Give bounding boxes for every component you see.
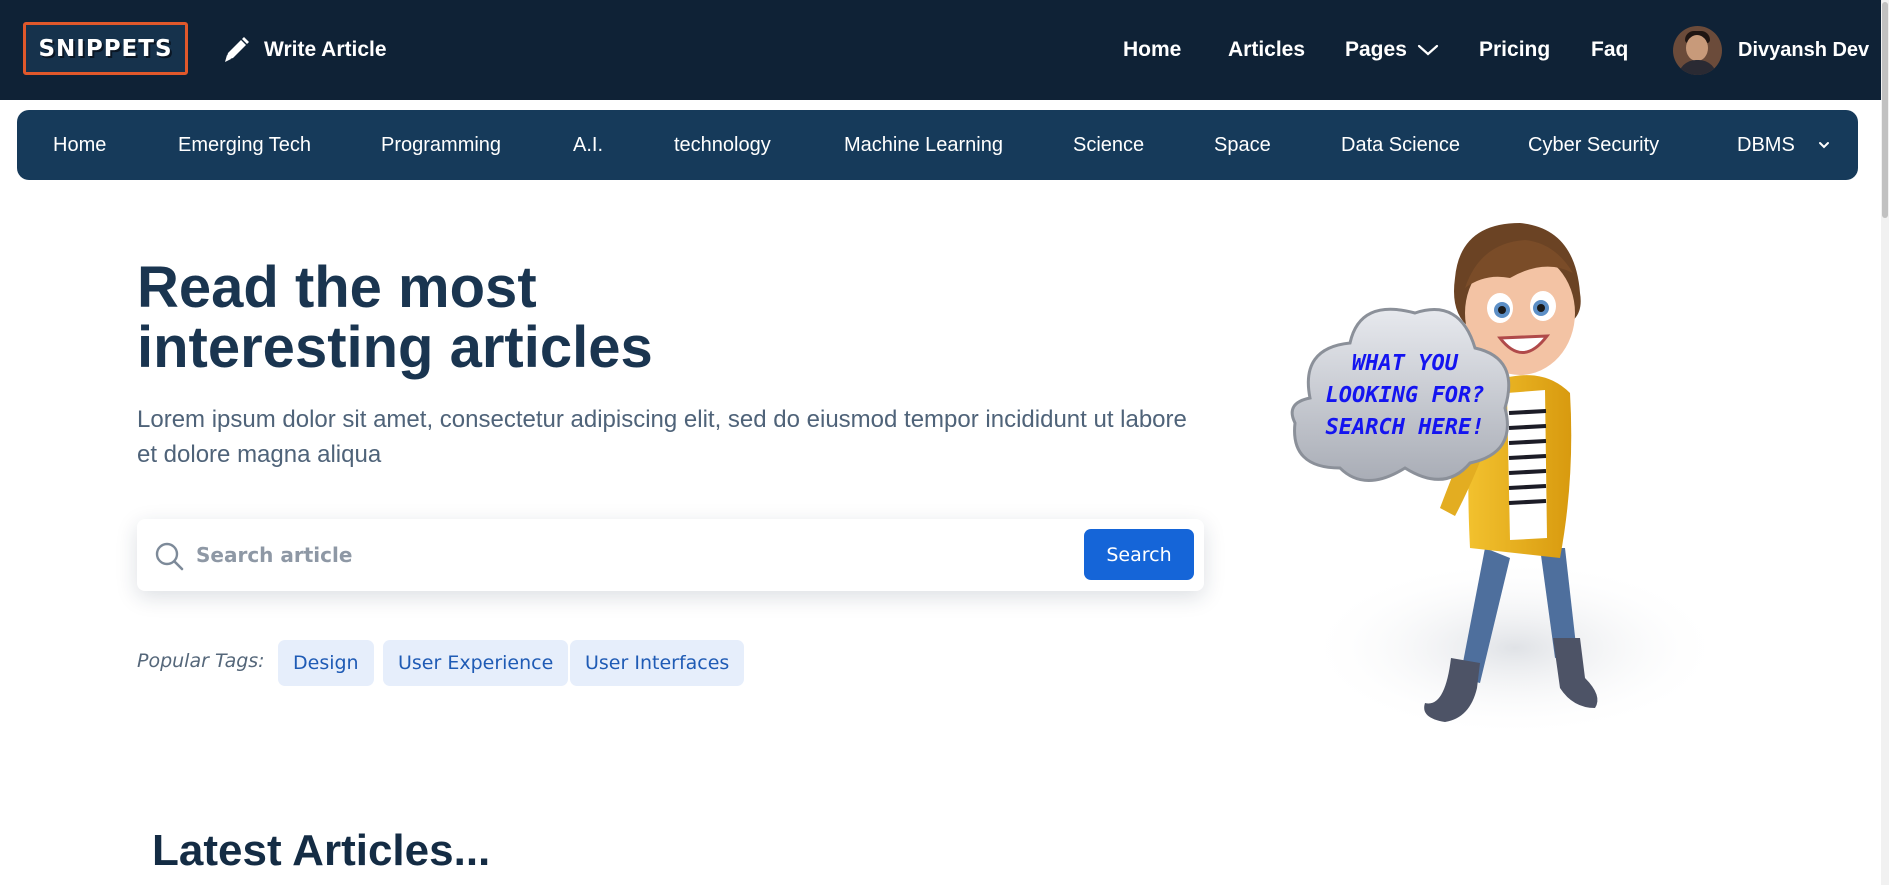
page-scrollbar[interactable]	[1881, 0, 1889, 885]
category-science[interactable]: Science	[1073, 110, 1144, 180]
popular-tags-label: Popular Tags:	[137, 650, 265, 672]
category-label: Space	[1214, 133, 1271, 156]
category-data-science[interactable]: Data Science	[1341, 110, 1460, 180]
category-label: Cyber Security	[1528, 133, 1660, 156]
category-space[interactable]: Space	[1214, 110, 1271, 180]
nav-pages-dropdown[interactable]: Pages	[1345, 34, 1439, 66]
category-label: Science	[1073, 133, 1145, 156]
tag-user-experience[interactable]: User Experience	[383, 640, 569, 686]
nav-articles[interactable]: Articles	[1228, 34, 1305, 66]
category-label: Emerging Tech	[178, 133, 312, 156]
category-technology[interactable]: technology	[674, 110, 771, 180]
avatar	[1673, 26, 1722, 75]
nav-pages-label: Pages	[1345, 38, 1407, 61]
nav-articles-label: Articles	[1228, 38, 1306, 61]
logo-text: SNIPPETS	[38, 35, 173, 62]
category-cyber-security[interactable]: Cyber Security	[1528, 110, 1659, 180]
nav-pricing[interactable]: Pricing	[1479, 34, 1550, 66]
category-label: A.I.	[573, 133, 604, 156]
nav-home-label: Home	[1123, 38, 1182, 61]
nav-faq-label: Faq	[1591, 38, 1629, 61]
chevron-down-icon	[1818, 141, 1829, 148]
tag-design[interactable]: Design	[278, 640, 374, 686]
user-name: Divyansh Dev	[1738, 39, 1870, 61]
category-machine-learning[interactable]: Machine Learning	[844, 110, 1003, 180]
nav-home[interactable]: Home	[1123, 34, 1181, 66]
hero-subtitle: Lorem ipsum dolor sit amet, consectetur …	[137, 406, 1187, 468]
latest-articles-heading: Latest Articles...	[152, 826, 491, 875]
top-header: SNIPPETS Write Article Home Articles Pag…	[0, 0, 1889, 100]
write-article-label: Write Article	[264, 38, 387, 61]
cloud-text-line-3: SEARCH HERE!	[1326, 415, 1485, 440]
write-article-button[interactable]: Write Article	[220, 32, 387, 68]
category-dbms-dropdown[interactable]: DBMS	[1737, 110, 1830, 180]
category-programming[interactable]: Programming	[381, 110, 501, 180]
nav-pricing-label: Pricing	[1479, 38, 1551, 61]
search-button[interactable]: Search	[1084, 529, 1194, 580]
user-menu[interactable]: Divyansh Dev	[1673, 26, 1869, 75]
category-label: technology	[674, 133, 771, 156]
category-ai[interactable]: A.I.	[573, 110, 603, 180]
nav-faq[interactable]: Faq	[1591, 34, 1628, 66]
hero-title-line-1: Read the most	[137, 255, 537, 320]
hero-illustration: WHAT YOU LOOKING FOR? SEARCH HERE!	[1290, 223, 1725, 738]
category-label: Machine Learning	[844, 133, 1003, 156]
category-label: DBMS	[1737, 133, 1795, 156]
hero-title-line-2: interesting articles	[137, 315, 653, 380]
cloud-text-line-2: LOOKING FOR?	[1326, 383, 1485, 408]
site-logo[interactable]: SNIPPETS	[23, 22, 188, 75]
category-label: Data Science	[1341, 133, 1460, 156]
search-input[interactable]	[196, 533, 956, 577]
category-label: Programming	[381, 133, 502, 156]
chevron-down-icon	[1417, 44, 1438, 56]
search-box: Search	[137, 519, 1204, 591]
cloud-text-line-1: WHAT YOU	[1352, 351, 1459, 376]
scrollbar-thumb[interactable]	[1882, 2, 1888, 218]
category-home[interactable]: Home	[53, 110, 106, 180]
hero-title: Read the most interesting articles	[137, 258, 837, 378]
tag-user-interfaces[interactable]: User Interfaces	[570, 640, 745, 686]
pen-icon	[225, 37, 249, 62]
category-emerging-tech[interactable]: Emerging Tech	[178, 110, 311, 180]
category-bar: Home Emerging Tech Programming A.I. tech…	[17, 110, 1858, 180]
category-label: Home	[53, 133, 107, 156]
search-icon	[155, 542, 184, 571]
